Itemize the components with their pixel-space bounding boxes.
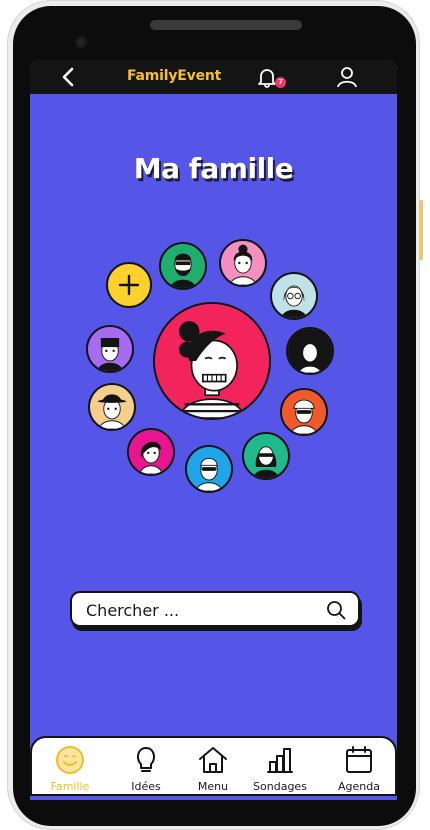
lightbulb-icon (137, 747, 155, 772)
nav-label: Famille (50, 780, 90, 793)
top-bar: FamilyEvent 7 (30, 60, 397, 94)
bar-chart-icon (267, 748, 293, 773)
bottom-navigation: Famille Idées Menu Sondages Agenda (30, 736, 397, 796)
plus-icon (118, 274, 140, 296)
nav-item-famille[interactable]: Famille (35, 744, 105, 796)
nav-item-sondages[interactable]: Sondages (245, 744, 315, 796)
home-icon (199, 747, 227, 773)
front-camera (75, 36, 87, 48)
smile-icon (56, 746, 84, 774)
calendar-icon (346, 746, 372, 773)
search-input[interactable]: Chercher ... (86, 601, 179, 620)
page-title: Ma famille (133, 152, 294, 185)
member-avatar[interactable] (86, 325, 134, 373)
member-avatar[interactable] (242, 432, 290, 480)
volume-button (419, 200, 423, 260)
nav-item-menu[interactable]: Menu (178, 744, 248, 796)
nav-label: Idées (131, 780, 161, 793)
user-icon[interactable] (336, 66, 358, 88)
member-avatar[interactable] (270, 272, 318, 320)
nav-label: Menu (197, 780, 229, 793)
app-logo: FamilyEvent (127, 68, 222, 84)
search-bar[interactable]: Chercher ... (70, 591, 360, 627)
nav-item-agenda[interactable]: Agenda (324, 744, 394, 796)
member-avatar[interactable] (185, 445, 233, 493)
member-avatar[interactable] (127, 428, 175, 476)
nav-label: Sondages (253, 780, 307, 793)
add-member-button[interactable] (106, 262, 152, 308)
member-avatar[interactable] (88, 383, 136, 431)
nav-item-idees[interactable]: Idées (111, 744, 181, 796)
phone-speaker (150, 20, 302, 30)
member-avatar[interactable] (280, 388, 328, 436)
member-avatar[interactable] (159, 242, 207, 290)
member-avatar[interactable] (219, 239, 267, 287)
app-screen: FamilyEvent 7 Ma famille Chercher ... (30, 60, 397, 800)
member-avatar[interactable] (286, 327, 334, 375)
nav-label: Agenda (338, 780, 380, 793)
back-arrow-icon[interactable] (58, 66, 78, 88)
search-icon[interactable] (326, 600, 346, 620)
notification-badge: 7 (275, 77, 286, 88)
center-member-avatar[interactable] (153, 302, 271, 420)
